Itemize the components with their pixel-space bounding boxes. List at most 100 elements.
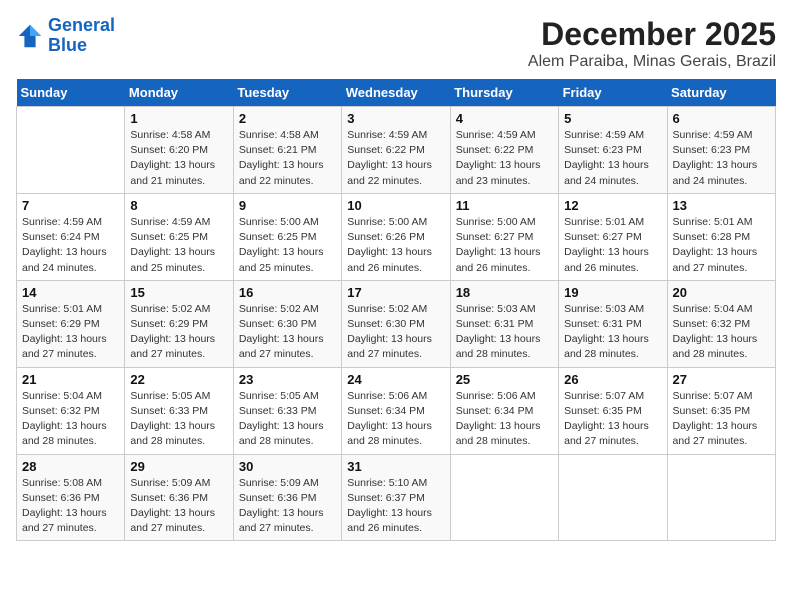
calendar-day-cell: 8 Sunrise: 4:59 AM Sunset: 6:25 PM Daylig… (125, 193, 233, 280)
weekday-header-cell: Saturday (667, 79, 775, 107)
day-info: Sunrise: 4:59 AM Sunset: 6:22 PM Dayligh… (456, 128, 553, 189)
calendar-week-row: 7Sunrise: 4:59 AM Sunset: 6:24 PM Daylig… (17, 193, 776, 280)
day-number: 22 (130, 372, 227, 387)
day-number: 15 (130, 285, 227, 300)
weekday-header-cell: Monday (125, 79, 233, 107)
day-number: 27 (673, 372, 770, 387)
day-info: Sunrise: 5:07 AM Sunset: 6:35 PM Dayligh… (673, 389, 770, 450)
calendar-day-cell: 26Sunrise: 5:07 AM Sunset: 6:35 PM Dayli… (559, 367, 667, 454)
day-number: 16 (239, 285, 336, 300)
day-number: 12 (564, 198, 661, 213)
day-number: 25 (456, 372, 553, 387)
calendar-day-cell: 17 Sunrise: 5:02 AM Sunset: 6:30 PM Dayli… (342, 280, 450, 367)
calendar-day-cell: 14Sunrise: 5:01 AM Sunset: 6:29 PM Dayli… (17, 280, 125, 367)
day-info: Sunrise: 4:58 AM Sunset: 6:20 PM Dayligh… (130, 128, 227, 189)
day-info: Sunrise: 4:59 AM Sunset: 6:25 PM Dayligh… (130, 215, 227, 276)
day-number: 8 (130, 198, 227, 213)
day-number: 18 (456, 285, 553, 300)
calendar-day-cell: 23 Sunrise: 5:05 AM Sunset: 6:33 PM Dayli… (233, 367, 341, 454)
day-info: Sunrise: 5:06 AM Sunset: 6:34 PM Dayligh… (347, 389, 444, 450)
calendar-day-cell: 22 Sunrise: 5:05 AM Sunset: 6:33 PM Dayli… (125, 367, 233, 454)
day-number: 10 (347, 198, 444, 213)
day-info: Sunrise: 5:02 AM Sunset: 6:30 PM Dayligh… (239, 302, 336, 363)
day-info: Sunrise: 4:59 AM Sunset: 6:23 PM Dayligh… (673, 128, 770, 189)
weekday-header-row: SundayMondayTuesdayWednesdayThursdayFrid… (17, 79, 776, 107)
day-info: Sunrise: 5:06 AM Sunset: 6:34 PM Dayligh… (456, 389, 553, 450)
day-info: Sunrise: 5:07 AM Sunset: 6:35 PM Dayligh… (564, 389, 661, 450)
calendar-subtitle: Alem Paraiba, Minas Gerais, Brazil (528, 53, 776, 71)
calendar-day-cell: 25 Sunrise: 5:06 AM Sunset: 6:34 PM Dayli… (450, 367, 558, 454)
calendar-body: 1 Sunrise: 4:58 AM Sunset: 6:20 PM Daylig… (17, 107, 776, 541)
day-number: 29 (130, 459, 227, 474)
calendar-week-row: 28Sunrise: 5:08 AM Sunset: 6:36 PM Dayli… (17, 454, 776, 541)
calendar-day-cell: 9 Sunrise: 5:00 AM Sunset: 6:25 PM Daylig… (233, 193, 341, 280)
calendar-day-cell: 21 Sunrise: 5:04 AM Sunset: 6:32 PM Dayli… (17, 367, 125, 454)
weekday-header-cell: Friday (559, 79, 667, 107)
calendar-day-cell: 12 Sunrise: 5:01 AM Sunset: 6:27 PM Dayli… (559, 193, 667, 280)
calendar-day-cell: 1 Sunrise: 4:58 AM Sunset: 6:20 PM Daylig… (125, 107, 233, 194)
day-number: 4 (456, 111, 553, 126)
calendar-day-cell: 18 Sunrise: 5:03 AM Sunset: 6:31 PM Dayli… (450, 280, 558, 367)
day-info: Sunrise: 4:58 AM Sunset: 6:21 PM Dayligh… (239, 128, 336, 189)
logo-line1: General (48, 15, 115, 35)
calendar-day-cell: 31Sunrise: 5:10 AM Sunset: 6:37 PM Dayli… (342, 454, 450, 541)
calendar-day-cell: 3Sunrise: 4:59 AM Sunset: 6:22 PM Daylig… (342, 107, 450, 194)
day-info: Sunrise: 5:04 AM Sunset: 6:32 PM Dayligh… (673, 302, 770, 363)
day-number: 5 (564, 111, 661, 126)
day-number: 19 (564, 285, 661, 300)
day-number: 2 (239, 111, 336, 126)
calendar-day-cell: 2 Sunrise: 4:58 AM Sunset: 6:21 PM Daylig… (233, 107, 341, 194)
logo: General Blue (16, 16, 115, 56)
day-number: 6 (673, 111, 770, 126)
day-number: 17 (347, 285, 444, 300)
day-info: Sunrise: 5:00 AM Sunset: 6:26 PM Dayligh… (347, 215, 444, 276)
day-info: Sunrise: 5:02 AM Sunset: 6:29 PM Dayligh… (130, 302, 227, 363)
calendar-day-cell: 5 Sunrise: 4:59 AM Sunset: 6:23 PM Daylig… (559, 107, 667, 194)
day-info: Sunrise: 5:09 AM Sunset: 6:36 PM Dayligh… (130, 476, 227, 537)
weekday-header-cell: Sunday (17, 79, 125, 107)
day-number: 13 (673, 198, 770, 213)
day-number: 20 (673, 285, 770, 300)
day-info: Sunrise: 5:05 AM Sunset: 6:33 PM Dayligh… (239, 389, 336, 450)
page-header: General Blue December 2025 Alem Paraiba,… (16, 16, 776, 71)
day-number: 11 (456, 198, 553, 213)
calendar-day-cell (667, 454, 775, 541)
day-info: Sunrise: 4:59 AM Sunset: 6:22 PM Dayligh… (347, 128, 444, 189)
calendar-day-cell: 15 Sunrise: 5:02 AM Sunset: 6:29 PM Dayli… (125, 280, 233, 367)
day-info: Sunrise: 5:03 AM Sunset: 6:31 PM Dayligh… (456, 302, 553, 363)
calendar-day-cell: 19 Sunrise: 5:03 AM Sunset: 6:31 PM Dayli… (559, 280, 667, 367)
day-info: Sunrise: 5:04 AM Sunset: 6:32 PM Dayligh… (22, 389, 119, 450)
calendar-day-cell: 28Sunrise: 5:08 AM Sunset: 6:36 PM Dayli… (17, 454, 125, 541)
day-number: 23 (239, 372, 336, 387)
calendar-day-cell: 16 Sunrise: 5:02 AM Sunset: 6:30 PM Dayli… (233, 280, 341, 367)
title-block: December 2025 Alem Paraiba, Minas Gerais… (528, 16, 776, 71)
calendar-day-cell: 27 Sunrise: 5:07 AM Sunset: 6:35 PM Dayli… (667, 367, 775, 454)
logo-text: General Blue (48, 16, 115, 56)
day-number: 21 (22, 372, 119, 387)
day-number: 30 (239, 459, 336, 474)
calendar-day-cell: 24Sunrise: 5:06 AM Sunset: 6:34 PM Dayli… (342, 367, 450, 454)
calendar-day-cell (559, 454, 667, 541)
calendar-day-cell: 6 Sunrise: 4:59 AM Sunset: 6:23 PM Daylig… (667, 107, 775, 194)
calendar-week-row: 1 Sunrise: 4:58 AM Sunset: 6:20 PM Daylig… (17, 107, 776, 194)
calendar-day-cell: 7Sunrise: 4:59 AM Sunset: 6:24 PM Daylig… (17, 193, 125, 280)
calendar-day-cell: 11Sunrise: 5:00 AM Sunset: 6:27 PM Dayli… (450, 193, 558, 280)
calendar-day-cell: 29 Sunrise: 5:09 AM Sunset: 6:36 PM Dayli… (125, 454, 233, 541)
calendar-day-cell: 4 Sunrise: 4:59 AM Sunset: 6:22 PM Daylig… (450, 107, 558, 194)
day-info: Sunrise: 5:01 AM Sunset: 6:29 PM Dayligh… (22, 302, 119, 363)
day-info: Sunrise: 5:02 AM Sunset: 6:30 PM Dayligh… (347, 302, 444, 363)
day-number: 1 (130, 111, 227, 126)
day-info: Sunrise: 5:00 AM Sunset: 6:25 PM Dayligh… (239, 215, 336, 276)
calendar-day-cell (450, 454, 558, 541)
day-number: 9 (239, 198, 336, 213)
calendar-day-cell: 20 Sunrise: 5:04 AM Sunset: 6:32 PM Dayli… (667, 280, 775, 367)
day-info: Sunrise: 5:01 AM Sunset: 6:27 PM Dayligh… (564, 215, 661, 276)
day-info: Sunrise: 4:59 AM Sunset: 6:23 PM Dayligh… (564, 128, 661, 189)
day-info: Sunrise: 5:03 AM Sunset: 6:31 PM Dayligh… (564, 302, 661, 363)
day-info: Sunrise: 5:08 AM Sunset: 6:36 PM Dayligh… (22, 476, 119, 537)
day-info: Sunrise: 5:10 AM Sunset: 6:37 PM Dayligh… (347, 476, 444, 537)
day-info: Sunrise: 4:59 AM Sunset: 6:24 PM Dayligh… (22, 215, 119, 276)
logo-line2: Blue (48, 35, 87, 55)
day-info: Sunrise: 5:09 AM Sunset: 6:36 PM Dayligh… (239, 476, 336, 537)
day-info: Sunrise: 5:05 AM Sunset: 6:33 PM Dayligh… (130, 389, 227, 450)
